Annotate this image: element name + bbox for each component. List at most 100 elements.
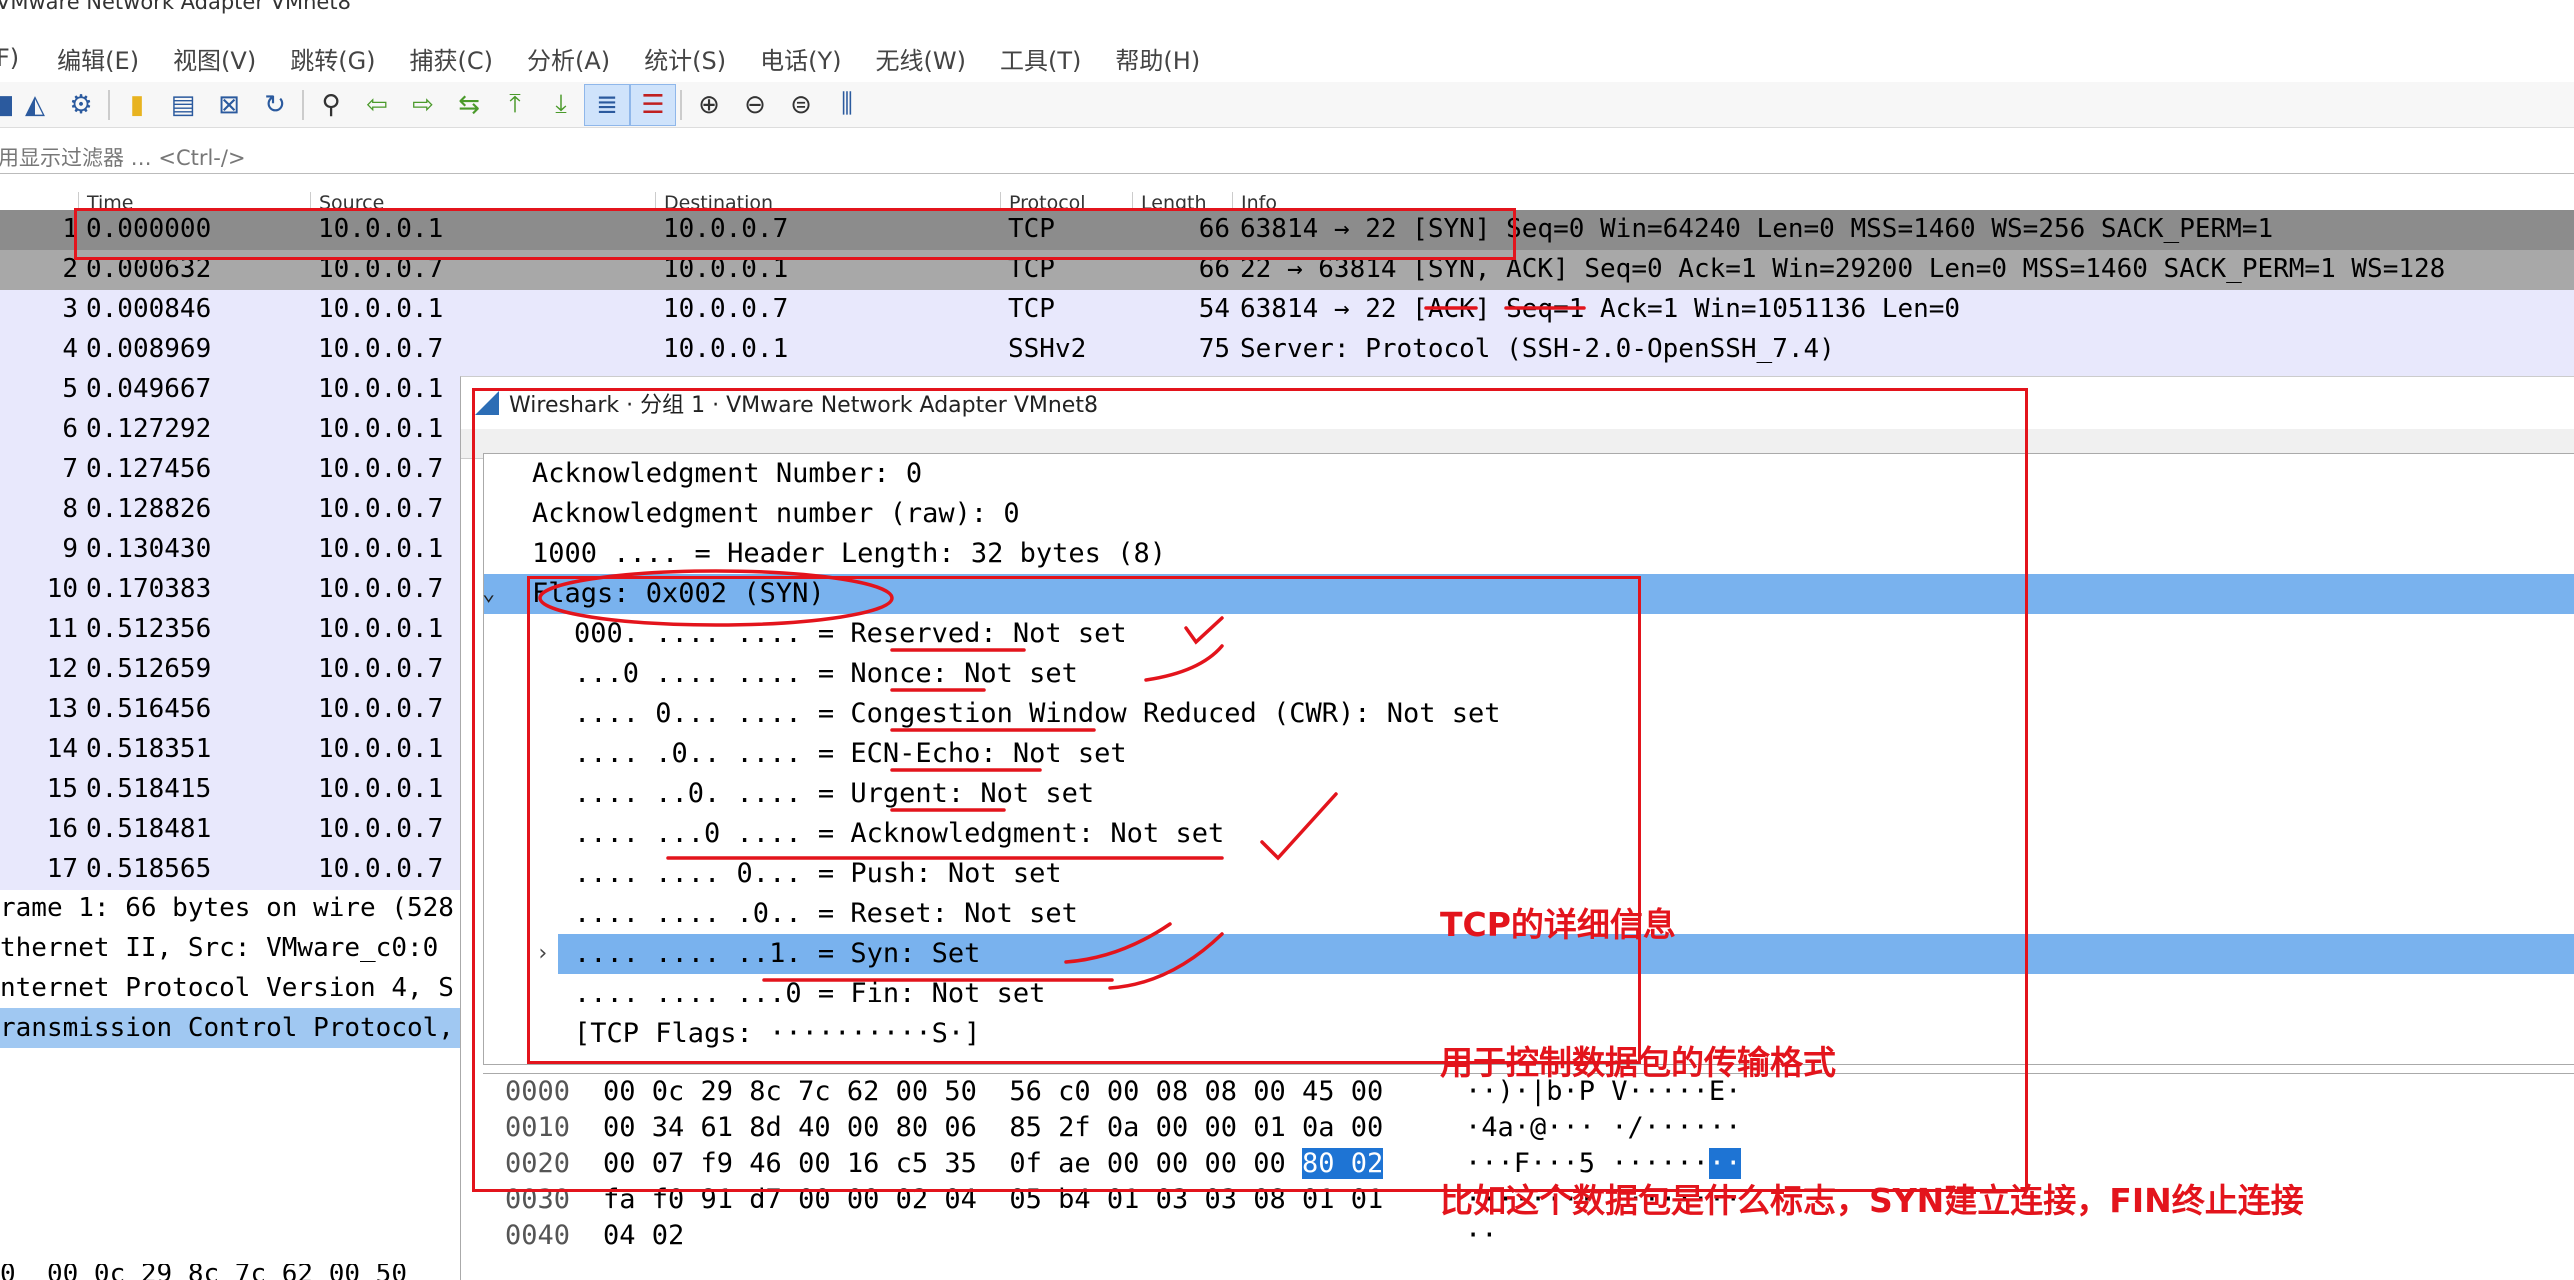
detail-tree-item[interactable]: nternet Protocol Version 4, S (0, 968, 460, 1008)
packet-no: 12 (46, 654, 78, 684)
packet-len: 66 (1198, 214, 1230, 244)
tree-item-text: .... ...0 .... = Acknowledgment: Not set (574, 818, 1225, 849)
menu-item-9[interactable]: 工具(T) (984, 41, 1099, 76)
flags-tree-item[interactable]: ⌄ Flags: 0x002 (SYN) (482, 574, 2574, 614)
tree-item-text: 000. .... .... = Reserved: Not set (574, 618, 1127, 649)
packet-src: 10.0.0.7 (318, 814, 444, 844)
packet-bytes-left: 0 00 0c 29 8c 7c 62 00 50 (0, 1264, 407, 1280)
tree-item-text: Acknowledgment number (raw): 0 (532, 498, 1020, 529)
packet-no: 5 (62, 374, 78, 404)
tree-item-text: .... .... 0... = Push: Not set (574, 858, 1062, 889)
packet-no: 17 (46, 854, 78, 884)
resize-columns-icon[interactable]: ⫼ (824, 84, 870, 126)
hex-bytes-text: 00 07 f9 46 00 16 c5 35 0f ae 00 00 00 0… (603, 1148, 1302, 1179)
capture-options-icon[interactable]: ⚙ (58, 84, 104, 126)
packet-time: 0.000846 (86, 294, 212, 324)
packet-no: 16 (46, 814, 78, 844)
colorize-icon[interactable]: ☰ (630, 83, 676, 126)
go-forward-icon[interactable]: ⇨ (400, 84, 446, 126)
packet-row[interactable]: 4 0.008969 10.0.0.7 10.0.0.1 SSHv2 75 Server: … (0, 330, 2574, 370)
zoom-in-icon[interactable]: ⊕ (686, 84, 732, 126)
packet-no: 2 (62, 254, 78, 284)
packet-time: 0.512356 (86, 614, 212, 644)
hex-bytes[interactable]: 00 07 f9 46 00 16 c5 35 0f ae 00 00 00 0… (603, 1146, 1384, 1182)
packet-row[interactable]: 2 0.000632 10.0.0.7 10.0.0.1 TCP 66 22 → 63814… (0, 250, 2574, 290)
col-source[interactable]: Source (310, 192, 655, 214)
menu-item-5[interactable]: 分析(A) (511, 41, 628, 76)
tcp-field-item[interactable]: Acknowledgment Number: 0 (484, 454, 2574, 494)
menu-item-1[interactable]: 编辑(E) (41, 41, 157, 76)
packet-time: 0.000000 (86, 214, 212, 244)
display-filter-input[interactable]: 用显示过滤器 … <Ctrl-/> (0, 140, 2574, 174)
hex-bytes[interactable]: 04 02 (603, 1218, 684, 1254)
detail-tree-item[interactable]: thernet II, Src: VMware_c0:0 (0, 928, 460, 968)
toolbar-separator (302, 89, 304, 120)
stop-capture-icon[interactable]: ■ (0, 84, 12, 126)
packet-dst: 10.0.0.7 (663, 214, 789, 244)
detail-tree-item[interactable]: ransmission Control Protocol, (0, 1008, 460, 1048)
save-file-icon[interactable]: ▤ (160, 84, 206, 126)
tree-item-text: .... 0... .... = Congestion Window Reduc… (574, 698, 1501, 729)
autoscroll-icon[interactable]: ≣ (584, 83, 630, 126)
packet-row[interactable]: 1 0.000000 10.0.0.1 10.0.0.7 TCP 66 63814 → 22… (0, 210, 2574, 250)
tcp-field-item[interactable]: .... .0.. .... = ECN-Echo: Not set (484, 734, 2574, 774)
tcp-field-item[interactable]: .... 0... .... = Congestion Window Reduc… (484, 694, 2574, 734)
dialog-title: Wireshark · 分组 1 · VMware Network Adapte… (509, 393, 1098, 418)
menu-item-4[interactable]: 捕获(C) (394, 41, 511, 76)
packet-no: 10 (46, 574, 78, 604)
tcp-field-item[interactable]: 000. .... .... = Reserved: Not set (484, 614, 2574, 654)
go-to-packet-icon[interactable]: ⇆ (446, 84, 492, 126)
packet-time: 0.512659 (86, 654, 212, 684)
packet-proto: TCP (1008, 214, 1055, 244)
packet-no: 8 (62, 494, 78, 524)
reload-icon[interactable]: ↻ (252, 84, 298, 126)
col-length[interactable]: Length (1132, 192, 1232, 214)
tree-item-text: ...0 .... .... = Nonce: Not set (574, 658, 1078, 689)
menu-item-0[interactable]: F) (0, 44, 37, 72)
menu-item-6[interactable]: 统计(S) (628, 41, 744, 76)
packet-src: 10.0.0.7 (318, 254, 444, 284)
hex-offset: 0000 (505, 1076, 571, 1107)
menu-item-10[interactable]: 帮助(H) (1099, 41, 1218, 76)
tree-item-text: 1000 .... = Header Length: 32 bytes (8) (532, 538, 1166, 569)
tcp-field-item[interactable]: 1000 .... = Header Length: 32 bytes (8) (484, 534, 2574, 574)
first-packet-icon[interactable]: ⤒ (492, 84, 538, 126)
menu-item-8[interactable]: 无线(W) (860, 41, 984, 76)
tcp-field-item[interactable]: ...0 .... .... = Nonce: Not set (484, 654, 2574, 694)
close-file-icon[interactable]: ⊠ (206, 84, 252, 126)
col-protocol[interactable]: Protocol (1000, 192, 1132, 214)
shark-fin-icon[interactable]: ◭ (12, 84, 58, 126)
last-packet-icon[interactable]: ⤓ (538, 84, 584, 126)
hex-bytes[interactable]: 00 34 61 8d 40 00 80 06 85 2f 0a 00 00 0… (603, 1110, 1383, 1146)
packet-src: 10.0.0.7 (318, 694, 444, 724)
menu-item-2[interactable]: 视图(V) (157, 41, 274, 76)
hex-bytes[interactable]: fa f0 91 d7 00 00 02 04 05 b4 01 03 03 0… (603, 1182, 1383, 1218)
open-folder-icon[interactable]: ▮ (114, 84, 160, 126)
zoom-out-icon[interactable]: ⊖ (732, 84, 778, 126)
col-info[interactable]: Info (1232, 192, 2574, 214)
tcp-field-item[interactable]: .... ..0. .... = Urgent: Not set (484, 774, 2574, 814)
detail-tree-item[interactable]: rame 1: 66 bytes on wire (528 (0, 888, 460, 928)
packet-info: 63814 → 22 [SYN] Seq=0 Win=64240 Len=0 M… (1240, 214, 2274, 244)
packet-no: 15 (46, 774, 78, 804)
packet-row[interactable]: 3 0.000846 10.0.0.1 10.0.0.7 TCP 54 63814 → 22… (0, 290, 2574, 330)
find-packet-icon[interactable]: ⚲ (308, 84, 354, 126)
packet-time: 0.127292 (86, 414, 212, 444)
go-back-icon[interactable]: ⇦ (354, 84, 400, 126)
filter-placeholder: 用显示过滤器 … <Ctrl-/> (0, 145, 246, 170)
packet-details-left[interactable]: rame 1: 66 bytes on wire (528 thernet II,… (0, 888, 460, 1058)
hex-offset: 0030 (505, 1184, 571, 1215)
menu-item-7[interactable]: 电话(Y) (744, 41, 859, 76)
packet-len: 66 (1198, 254, 1230, 284)
menu-item-3[interactable]: 跳转(G) (274, 41, 393, 76)
hex-bytes[interactable]: 00 0c 29 8c 7c 62 00 50 56 c0 00 08 08 0… (603, 1074, 1383, 1110)
col-time[interactable]: Time (78, 192, 310, 214)
packet-src: 10.0.0.7 (318, 574, 444, 604)
tcp-field-item[interactable]: Acknowledgment number (raw): 0 (484, 494, 2574, 534)
expand-arrow-icon[interactable]: › (536, 934, 549, 974)
packet-time: 0.518415 (86, 774, 212, 804)
zoom-normal-icon[interactable]: ⊜ (778, 84, 824, 126)
collapse-arrow-icon[interactable]: ⌄ (482, 574, 495, 614)
col-destination[interactable]: Destination (655, 192, 1000, 214)
packet-proto: SSHv2 (1008, 334, 1087, 364)
